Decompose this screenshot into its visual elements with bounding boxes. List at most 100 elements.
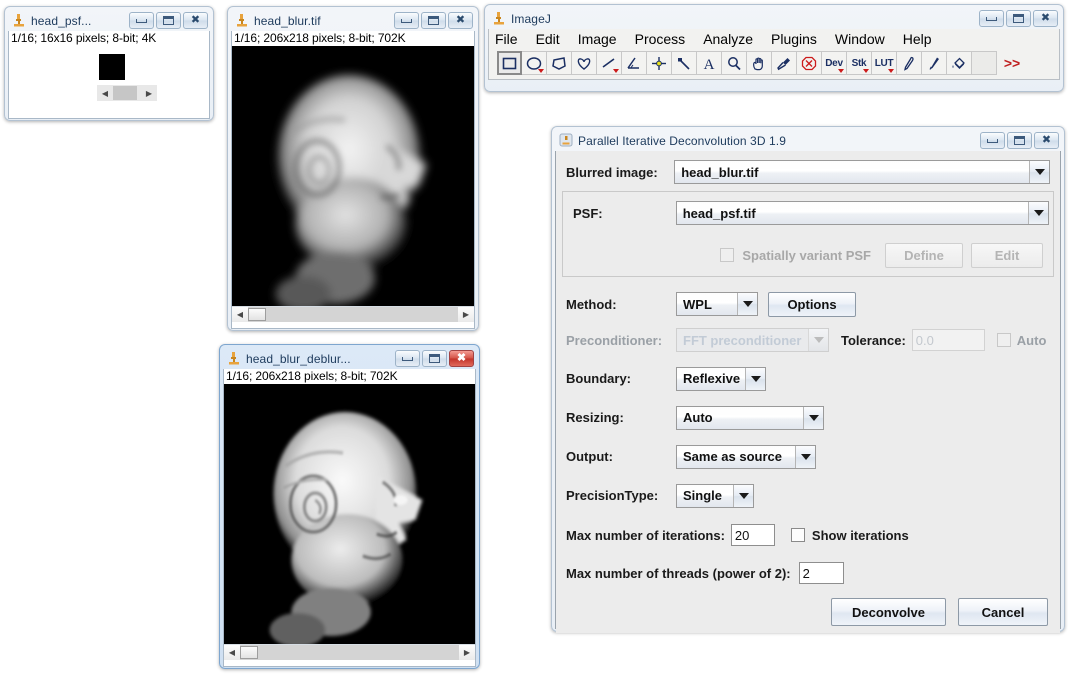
freehand-tool[interactable] [572,51,597,75]
window-imagej-main[interactable]: ImageJ ✖ File Edit Image Process Analyze… [484,4,1064,92]
menu-plugins[interactable]: Plugins [771,31,817,47]
menu-help[interactable]: Help [903,31,932,47]
horizontal-scrollbar-head-blur-deblur[interactable]: ◀ ▶ [224,644,475,660]
define-button[interactable]: Define [885,242,963,268]
titlebar-head-blur[interactable]: head_blur.tif ✖ [231,10,475,31]
empty-tool[interactable] [972,51,997,75]
spatially-variant-psf-checkbox[interactable] [720,248,735,262]
output-combo[interactable]: Same as source [676,444,816,469]
maximize-button[interactable] [421,12,446,29]
scroll-left-arrow[interactable]: ◀ [224,645,240,660]
chevron-down-icon[interactable] [538,69,544,73]
chevron-down-icon[interactable] [838,69,844,73]
chevron-down-icon[interactable] [1029,161,1049,183]
scrollbar-thumb[interactable] [240,646,258,659]
close-button[interactable]: ✖ [448,12,473,29]
menu-process[interactable]: Process [635,31,686,47]
scroll-right-arrow[interactable]: ▶ [459,645,475,660]
close-button[interactable]: ✖ [183,12,208,29]
preconditioner-combo[interactable]: FFT preconditioner [676,328,829,352]
chevron-down-icon[interactable] [803,406,823,429]
method-combo[interactable]: WPL [676,292,758,316]
close-button[interactable]: ✖ [1034,132,1059,149]
scrollbar-thumb[interactable] [113,86,137,100]
chevron-down-icon[interactable] [737,293,757,315]
maximize-button[interactable] [422,350,447,367]
point-tool[interactable] [647,51,672,75]
menu-analyze[interactable]: Analyze [703,31,753,47]
flood-fill-tool[interactable] [947,51,972,75]
cancel-button[interactable]: Cancel [958,598,1048,626]
line-tool[interactable] [597,51,622,75]
scroll-right-arrow[interactable]: ▶ [141,85,157,101]
minimize-button[interactable] [395,350,420,367]
blurred-image-combo[interactable]: head_blur.tif [674,160,1050,184]
lut-tool[interactable]: LUT [872,51,897,75]
chevron-down-icon[interactable] [808,329,828,351]
brush-tool[interactable] [922,51,947,75]
titlebar-head-blur-deblur[interactable]: head_blur_deblur... ✖ [223,348,476,369]
resizing-combo[interactable]: Auto [676,405,824,430]
scroll-right-arrow[interactable]: ▶ [458,307,474,322]
deconvolve-button[interactable]: Deconvolve [831,598,946,626]
boundary-combo[interactable]: Reflexive [676,366,766,391]
chevron-down-icon[interactable] [613,69,619,73]
psf-combo[interactable]: head_psf.tif [675,201,1049,225]
window-deconvolution-dialog[interactable]: Parallel Iterative Deconvolution 3D 1.9 … [551,126,1065,633]
edit-button[interactable]: Edit [971,242,1043,268]
chevron-down-icon[interactable] [733,484,753,507]
minimize-button[interactable] [129,12,154,29]
image-canvas-head-blur-deblur[interactable] [224,384,475,644]
scrollbar-track[interactable] [248,307,458,322]
minimize-button[interactable] [980,132,1005,149]
horizontal-scrollbar-head-blur[interactable]: ◀ ▶ [232,306,474,322]
maximize-button[interactable] [1006,10,1031,27]
window-head-blur[interactable]: head_blur.tif ✖ 1/16; 206x218 pixels; 8-… [227,6,479,331]
options-button[interactable]: Options [768,291,856,317]
titlebar-head-psf[interactable]: head_psf... ✖ [8,10,210,31]
pencil-tool[interactable] [897,51,922,75]
rectangle-tool[interactable] [497,51,522,75]
chevron-down-icon[interactable] [795,445,815,468]
max-iterations-input[interactable]: 20 [730,524,775,546]
maximize-button[interactable] [1007,132,1032,149]
scroll-left-arrow[interactable]: ◀ [232,307,248,322]
image-canvas-head-blur[interactable] [232,46,474,306]
image-canvas-head-psf[interactable]: ◀ ▶ [9,46,209,101]
scroll-left-arrow[interactable]: ◀ [97,85,113,101]
close-button[interactable]: ✖ [1033,10,1058,27]
menu-window[interactable]: Window [835,31,885,47]
oval-tool[interactable] [522,51,547,75]
magnifier-tool[interactable] [722,51,747,75]
titlebar-imagej[interactable]: ImageJ ✖ [488,8,1060,29]
chevron-down-icon[interactable] [888,69,894,73]
dropper-tool[interactable] [772,51,797,75]
minimize-button[interactable] [979,10,1004,27]
dev-tool[interactable]: Dev [822,51,847,75]
chevron-down-icon[interactable] [745,367,765,390]
minimize-button[interactable] [394,12,419,29]
show-iterations-checkbox[interactable] [790,528,805,542]
menu-edit[interactable]: Edit [536,31,560,47]
auto-tolerance-checkbox[interactable] [996,333,1011,347]
scrollbar-track[interactable] [113,85,141,101]
horizontal-scrollbar-head-psf[interactable]: ◀ ▶ [97,85,157,101]
max-threads-input[interactable]: 2 [798,562,844,584]
menu-file[interactable]: File [495,31,518,47]
window-head-blur-deblur[interactable]: head_blur_deblur... ✖ 1/16; 206x218 pixe… [219,344,480,669]
stk-tool[interactable]: Stk [847,51,872,75]
chevron-down-icon[interactable] [1028,202,1048,224]
close-button[interactable]: ✖ [449,350,474,367]
window-head-psf[interactable]: head_psf... ✖ 1/16; 16x16 pixels; 8-bit;… [4,6,214,121]
angle-tool[interactable] [622,51,647,75]
hand-tool[interactable] [747,51,772,75]
text-tool[interactable]: A [697,51,722,75]
maximize-button[interactable] [156,12,181,29]
menu-image[interactable]: Image [578,31,617,47]
chevron-down-icon[interactable] [863,69,869,73]
more-tools-button[interactable]: >> [997,51,1027,75]
scrollbar-track[interactable] [240,645,459,660]
wand-tool[interactable] [672,51,697,75]
precision-type-combo[interactable]: Single [676,483,754,508]
polygon-tool[interactable] [547,51,572,75]
